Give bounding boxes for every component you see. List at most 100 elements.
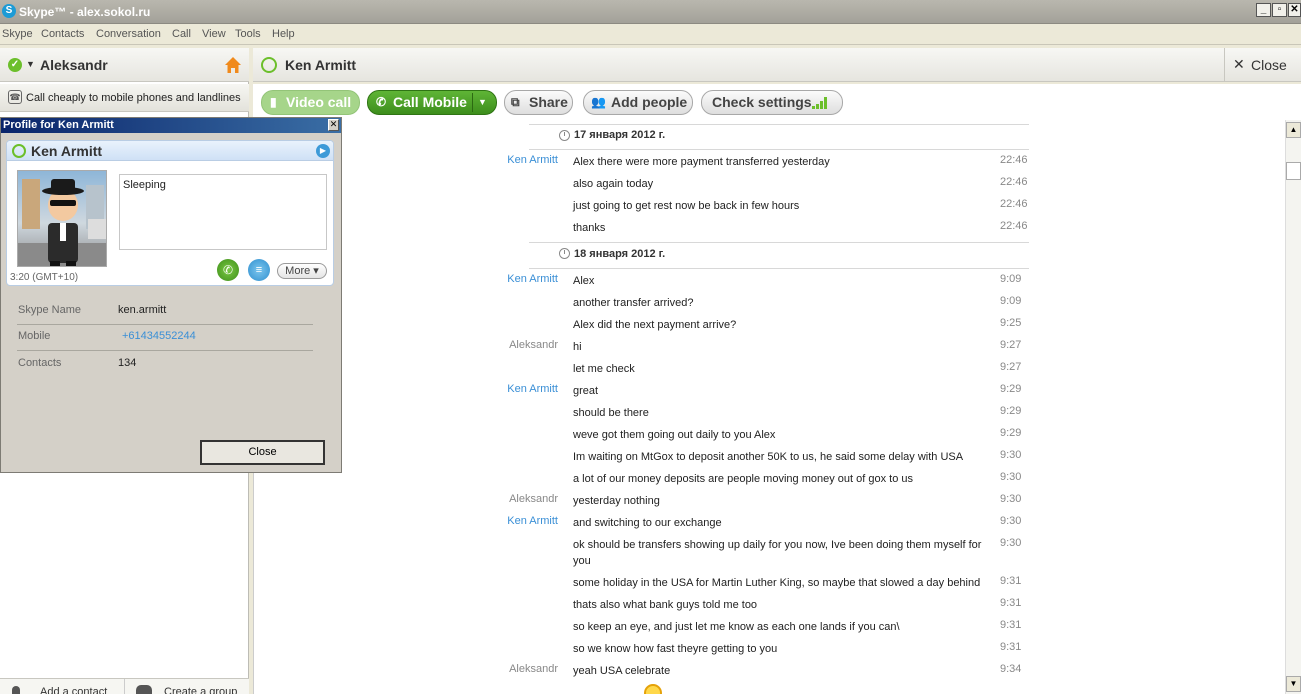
menu-bar: Skype Contacts Conversation Call View To…: [0, 25, 1301, 45]
message-sender[interactable]: Ken Armitt: [507, 273, 558, 285]
message-time: 22:46: [1000, 198, 1028, 210]
profile-dialog: Profile for Ken Armitt ✕ Ken Armitt ▶ Sl…: [0, 117, 342, 473]
title-bar: S Skype™ - alex.sokol.ru _ ▫ ✕: [0, 0, 1301, 24]
message-text: should be there: [573, 407, 649, 419]
scroll-thumb[interactable]: [1286, 162, 1301, 180]
phone-icon: ☎: [8, 90, 22, 104]
skype-app-icon: S: [2, 4, 16, 18]
message-text: let me check: [573, 363, 635, 375]
user-status-bar[interactable]: ✓ ▼ Aleksandr: [0, 48, 249, 82]
close-icon[interactable]: ✕: [328, 119, 339, 131]
dialog-close-button[interactable]: Close: [200, 440, 325, 465]
call-mobile-button[interactable]: ✆ Call Mobile ▼: [367, 90, 497, 115]
message-text: Alex there were more payment transferred…: [573, 156, 830, 168]
message-time: 9:30: [1000, 493, 1022, 505]
message-time: 9:31: [1000, 619, 1022, 631]
add-people-button[interactable]: 👥 Add people: [583, 90, 693, 115]
chat-button[interactable]: ≡: [248, 259, 270, 281]
local-time: 3:20 (GMT+10): [10, 272, 79, 283]
message-text: yeah USA celebrate: [573, 665, 671, 677]
video-call-label: Video call: [286, 94, 352, 110]
check-settings-button[interactable]: Check settings: [701, 90, 843, 115]
minimize-button[interactable]: _: [1256, 3, 1271, 17]
conversation-title[interactable]: Ken Armitt: [285, 57, 356, 73]
video-call-button[interactable]: ▮ Video call: [261, 90, 360, 115]
promo-text[interactable]: Call cheaply to mobile phones and landli…: [26, 92, 241, 104]
message-time: 22:46: [1000, 154, 1028, 166]
message-text: Alex did the next payment arrive?: [573, 319, 737, 331]
call-promo-bar[interactable]: ☎ Call cheaply to mobile phones and land…: [0, 84, 249, 112]
menu-contacts[interactable]: Contacts: [41, 28, 84, 40]
conversation-header: Ken Armitt ✕ Close: [253, 48, 1301, 82]
menu-call[interactable]: Call: [172, 28, 191, 40]
message-time: 9:31: [1000, 597, 1022, 609]
call-button[interactable]: ✆: [217, 259, 239, 281]
video-icon[interactable]: ▶: [316, 144, 330, 158]
detail-label: Mobile: [18, 330, 51, 342]
divider: [529, 124, 1029, 125]
call-mobile-label: Call Mobile: [393, 94, 467, 110]
message-time: 9:29: [1000, 383, 1022, 395]
message-time: 9:09: [1000, 273, 1022, 285]
conversation-toolbar: ▮ Video call ✆ Call Mobile ▼ ⧉ Share 👥 A…: [253, 84, 1301, 120]
scroll-down-button[interactable]: ▼: [1286, 676, 1301, 692]
message-sender[interactable]: Ken Armitt: [507, 515, 558, 527]
message-sender[interactable]: Aleksandr: [509, 339, 558, 351]
close-window-button[interactable]: ✕: [1288, 3, 1301, 17]
message-text: and switching to our exchange: [573, 517, 722, 529]
contact-status-icon: [261, 57, 277, 73]
dialog-title: Profile for Ken Armitt: [1, 118, 341, 133]
menu-view[interactable]: View: [202, 28, 226, 40]
message-time: 22:46: [1000, 220, 1028, 232]
avatar-image: [18, 179, 106, 266]
detail-skype-name: Skype Name ken.armitt: [17, 299, 313, 325]
close-conversation-button[interactable]: ✕ Close: [1224, 48, 1301, 82]
online-status-icon[interactable]: ✓: [8, 58, 22, 72]
scroll-up-button[interactable]: ▲: [1286, 122, 1301, 138]
restore-button[interactable]: ▫: [1272, 3, 1287, 17]
menu-tools[interactable]: Tools: [235, 28, 261, 40]
create-group-icon[interactable]: [136, 685, 152, 694]
message-text: so keep an eye, and just let me know as …: [573, 621, 900, 633]
home-icon[interactable]: [224, 56, 242, 74]
user-name[interactable]: Aleksandr: [40, 57, 108, 73]
message-text: a lot of our money deposits are people m…: [573, 473, 913, 485]
add-contact-button[interactable]: Add a contact: [40, 686, 107, 694]
message-time: 22:46: [1000, 176, 1028, 188]
signal-strength-icon: [812, 97, 830, 109]
message-time: 9:25: [1000, 317, 1022, 329]
share-button[interactable]: ⧉ Share: [504, 90, 573, 115]
chat-scrollbar[interactable]: ▲ ▼: [1285, 120, 1301, 694]
chevron-down-icon[interactable]: ▼: [478, 91, 487, 114]
divider: [529, 242, 1029, 243]
message-sender[interactable]: Ken Armitt: [507, 383, 558, 395]
menu-conversation[interactable]: Conversation: [96, 28, 161, 40]
create-group-button[interactable]: Create a group: [164, 686, 237, 694]
add-people-label: Add people: [611, 94, 688, 110]
date-separator: 18 января 2012 г.: [574, 248, 666, 260]
mood-message-field: Sleeping: [119, 174, 327, 250]
message-sender[interactable]: Aleksandr: [509, 493, 558, 505]
menu-help[interactable]: Help: [272, 28, 295, 40]
add-contact-icon[interactable]: [12, 686, 20, 694]
message-text: Im waiting on MtGox to deposit another 5…: [573, 451, 964, 463]
message-time: 9:30: [1000, 471, 1022, 483]
message-sender[interactable]: Aleksandr: [509, 663, 558, 675]
divider: [529, 268, 1029, 269]
share-label: Share: [529, 94, 568, 110]
avatar: [17, 170, 107, 267]
message-text: hi: [573, 341, 582, 353]
chevron-down-icon[interactable]: ▼: [26, 59, 35, 69]
video-camera-icon: ▮: [270, 95, 277, 109]
detail-contacts: Contacts 134: [17, 352, 313, 378]
mobile-number-link[interactable]: +61434552244: [122, 330, 196, 342]
share-icon: ⧉: [511, 95, 520, 109]
menu-skype[interactable]: Skype: [2, 28, 33, 40]
more-button[interactable]: More ▾: [277, 263, 327, 279]
message-text: just going to get rest now be back in fe…: [573, 200, 800, 212]
message-time: 9:27: [1000, 361, 1022, 373]
message-time: 9:34: [1000, 663, 1022, 675]
message-time: 9:31: [1000, 641, 1022, 653]
message-sender[interactable]: Ken Armitt: [507, 154, 558, 166]
chat-history[interactable]: 17 января 2012 г. 18 января 2012 г. Ken …: [253, 120, 1285, 694]
